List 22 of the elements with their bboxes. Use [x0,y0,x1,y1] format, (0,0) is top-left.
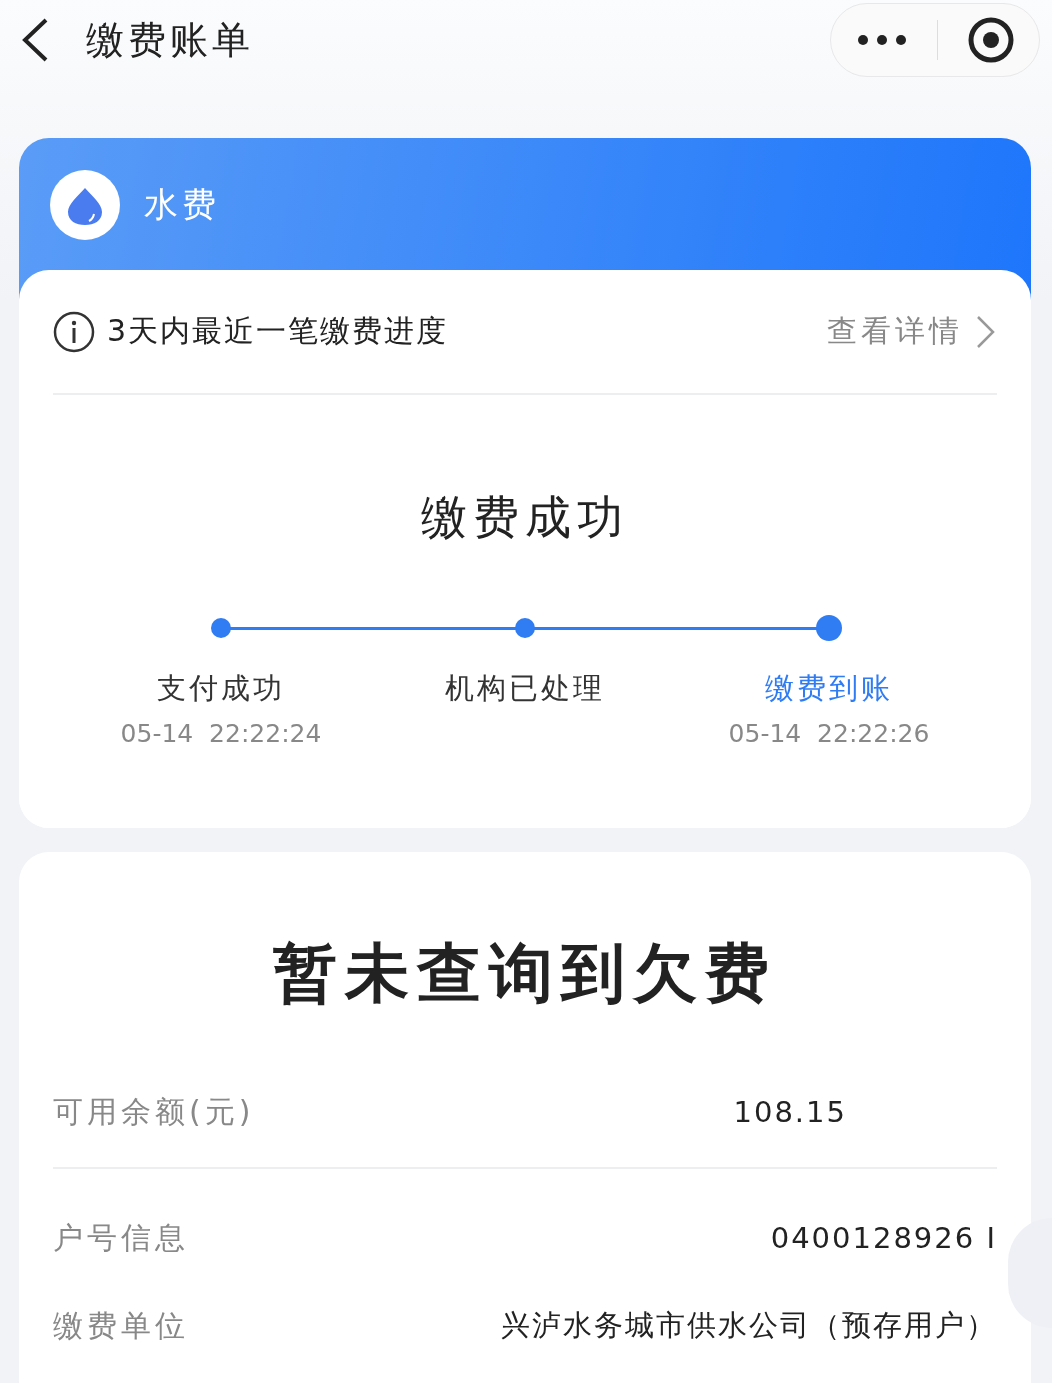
payment-status: 缴费成功 [420,489,630,546]
step-time: 05-14 22:22:24 [120,719,322,748]
row-label: 可用余额(元) [53,1092,255,1131]
water-drop-icon [50,170,120,240]
back-icon[interactable] [20,17,50,63]
bill-category: 水费 [144,183,220,226]
row-value: 0400128926 I [770,1221,997,1255]
row-label: 户号信息 [53,1218,189,1257]
step-label: 缴费到账 [765,670,893,707]
step-label: 机构已处理 [445,670,605,707]
more-icon[interactable] [855,33,908,47]
progress-title: 3天内最近一笔缴费进度 [107,312,449,350]
row-value: 兴泸水务城市供水公司（预存用户） [501,1307,997,1344]
arrears-headline: 暂未查询到欠费 [272,935,778,1012]
details-link[interactable]: 查看详情 [827,311,963,352]
info-icon [53,310,95,353]
page-title: 缴费账单 [86,16,254,64]
row-label: 缴费单位 [53,1306,189,1345]
step-time: 05-14 22:22:26 [728,719,930,748]
chevron-right-icon[interactable] [975,313,997,350]
row-value: 108.15 [733,1095,847,1129]
step-label: 支付成功 [157,670,285,707]
